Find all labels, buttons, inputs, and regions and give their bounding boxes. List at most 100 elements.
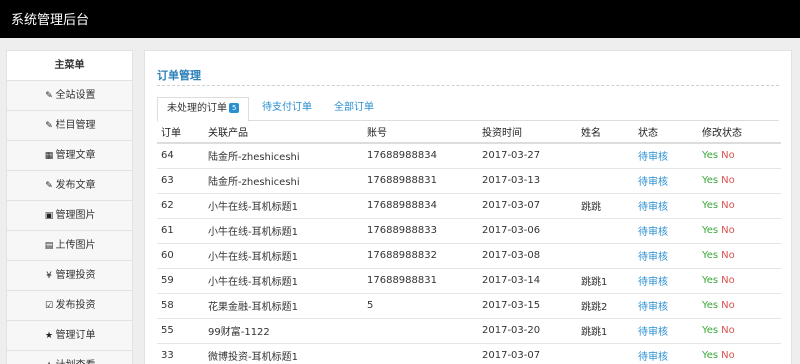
status-actions: Yes No (698, 243, 781, 269)
tab-all-orders[interactable]: 全部订单 (325, 97, 383, 121)
yes-button[interactable]: Yes (702, 150, 718, 161)
sidebar-item[interactable]: ★计划查看 (7, 351, 132, 364)
sidebar-item-label: 管理投资 (55, 270, 96, 281)
table-row: 33 微博投资-耳机标题1 2017-03-07 待审核 Yes No (157, 343, 781, 364)
yes-button[interactable]: Yes (702, 350, 718, 361)
sidebar-item[interactable]: ▣ 管理图片 (7, 201, 132, 231)
count-badge: 5 (229, 103, 240, 113)
no-button[interactable]: No (721, 150, 735, 161)
column-header: 关联产品 (204, 121, 363, 144)
cell-product: 小牛在线-耳机标题1 (204, 193, 363, 219)
grid-icon: ▦ (44, 151, 54, 161)
yes-button[interactable]: Yes (702, 225, 718, 236)
table-row: 62 小牛在线-耳机标题1 17688988834 2017-03-07 跳跳 待审核 Ye… (157, 193, 781, 219)
status-link[interactable]: 待审核 (634, 143, 698, 169)
status-actions: Yes No (698, 343, 781, 364)
no-button[interactable]: No (721, 250, 735, 261)
yes-button[interactable]: Yes (702, 200, 718, 211)
status-link[interactable]: 待审核 (634, 218, 698, 244)
cell-name (577, 168, 634, 194)
cell-account: 17688988831 (363, 268, 478, 294)
table-header-row: 订单 关联产品 账号 投资时间 姓名 状态 修改状态 (157, 121, 781, 144)
yes-button[interactable]: Yes (702, 175, 718, 186)
cell-product: 花果金融-耳机标题1 (204, 293, 363, 319)
cell-account: 5 (363, 293, 478, 319)
status-actions: Yes No (698, 143, 781, 169)
sidebar-item[interactable]: ✎ 发布文章 (7, 171, 132, 201)
cell-product: 99财富-1122 (204, 318, 363, 344)
table-row: 64 陆金所-zheshiceshi 17688988834 2017-03-27 待审… (157, 143, 781, 169)
status-link[interactable]: 待审核 (634, 268, 698, 294)
status-link[interactable]: 待审核 (634, 193, 698, 219)
sidebar-item[interactable]: ★ 管理订单 (7, 321, 132, 351)
cell-account: 17688988831 (363, 168, 478, 194)
status-link[interactable]: 待审核 (634, 168, 698, 194)
sidebar: 主菜单 ✎ 全站设置 ✎ 栏目管理 ▦ 管理文章 ✎ 发布文章 ▣ 管理图片 ▤ 上传图片 ¥ 管理投资 ☑… (6, 50, 133, 364)
sidebar-item[interactable]: ✎ 全站设置 (7, 81, 132, 111)
cell-time: 2017-03-08 (478, 243, 577, 269)
column-header: 投资时间 (478, 121, 577, 144)
cell-product: 小牛在线-耳机标题1 (204, 268, 363, 294)
main-panel: 订单管理 未处理的订单 5 待支付订单 全部订单 订单 关联产品 账号 投资时间 姓名 状态… (144, 50, 792, 364)
yes-button[interactable]: Yes (702, 275, 718, 286)
cell-id: 33 (157, 343, 204, 364)
status-link[interactable]: 待审核 (634, 293, 698, 319)
cell-product: 陆金所-zheshiceshi (204, 168, 363, 194)
status-actions: Yes No (698, 293, 781, 319)
no-button[interactable]: No (721, 350, 735, 361)
cell-time: 2017-03-27 (478, 143, 577, 169)
cell-product: 微博投资-耳机标题1 (204, 343, 363, 364)
table-row: 61 小牛在线-耳机标题1 17688988833 2017-03-06 待审核 Yes N… (157, 218, 781, 244)
cell-id: 55 (157, 318, 204, 344)
cell-time: 2017-03-13 (478, 168, 577, 194)
sidebar-item[interactable]: ☑ 发布投资 (7, 291, 132, 321)
sidebar-item-label: 计划查看 (56, 360, 96, 364)
cell-product: 小牛在线-耳机标题1 (204, 243, 363, 269)
yes-button[interactable]: Yes (702, 325, 718, 336)
edit-icon: ✎ (45, 91, 53, 101)
cell-id: 62 (157, 193, 204, 219)
tab-unpaid-orders[interactable]: 待支付订单 (253, 97, 321, 121)
tab-label: 未处理的订单 (167, 103, 227, 114)
sidebar-item-label: 上传图片 (55, 240, 96, 251)
status-actions: Yes No (698, 193, 781, 219)
status-link[interactable]: 待审核 (634, 243, 698, 269)
cell-account: 17688988834 (363, 143, 478, 169)
yes-button[interactable]: Yes (702, 300, 718, 311)
column-header: 账号 (363, 121, 478, 144)
cell-time: 2017-03-06 (478, 218, 577, 244)
no-button[interactable]: No (721, 300, 735, 311)
cell-time: 2017-03-14 (478, 268, 577, 294)
sidebar-item-label: 管理文章 (55, 150, 96, 161)
no-button[interactable]: No (721, 225, 735, 236)
column-header: 订单 (157, 121, 204, 144)
edit-icon: ✎ (45, 181, 53, 191)
no-button[interactable]: No (721, 275, 735, 286)
edit-icon: ✎ (45, 121, 53, 131)
cell-name: 跳跳1 (577, 268, 634, 294)
top-bar: 系统管理后台 (0, 0, 800, 38)
sidebar-title: 主菜单 (7, 51, 132, 81)
no-button[interactable]: No (721, 325, 735, 336)
cell-time: 2017-03-07 (478, 343, 577, 364)
sidebar-item[interactable]: ▤ 上传图片 (7, 231, 132, 261)
no-button[interactable]: No (721, 200, 735, 211)
cell-name: 跳跳2 (577, 293, 634, 319)
table-row: 63 陆金所-zheshiceshi 17688988831 2017-03-13 待审… (157, 168, 781, 194)
sidebar-item-label: 栏目管理 (55, 120, 96, 131)
image-icon: ▣ (44, 211, 54, 221)
cell-time: 2017-03-15 (478, 293, 577, 319)
no-button[interactable]: No (721, 175, 735, 186)
divider (157, 85, 779, 86)
table-row: 60 小牛在线-耳机标题1 17688988832 2017-03-08 待审核 Yes N… (157, 243, 781, 269)
yes-button[interactable]: Yes (702, 250, 718, 261)
status-link[interactable]: 待审核 (634, 343, 698, 364)
sidebar-item[interactable]: ✎ 栏目管理 (7, 111, 132, 141)
status-link[interactable]: 待审核 (634, 318, 698, 344)
sidebar-item[interactable]: ¥ 管理投资 (7, 261, 132, 291)
yen-icon: ¥ (46, 271, 52, 281)
tab-bar: 未处理的订单 5 待支付订单 全部订单 (157, 97, 779, 122)
tab-pending-orders[interactable]: 未处理的订单 5 (157, 97, 250, 122)
status-actions: Yes No (698, 218, 781, 244)
sidebar-item[interactable]: ▦ 管理文章 (7, 141, 132, 171)
